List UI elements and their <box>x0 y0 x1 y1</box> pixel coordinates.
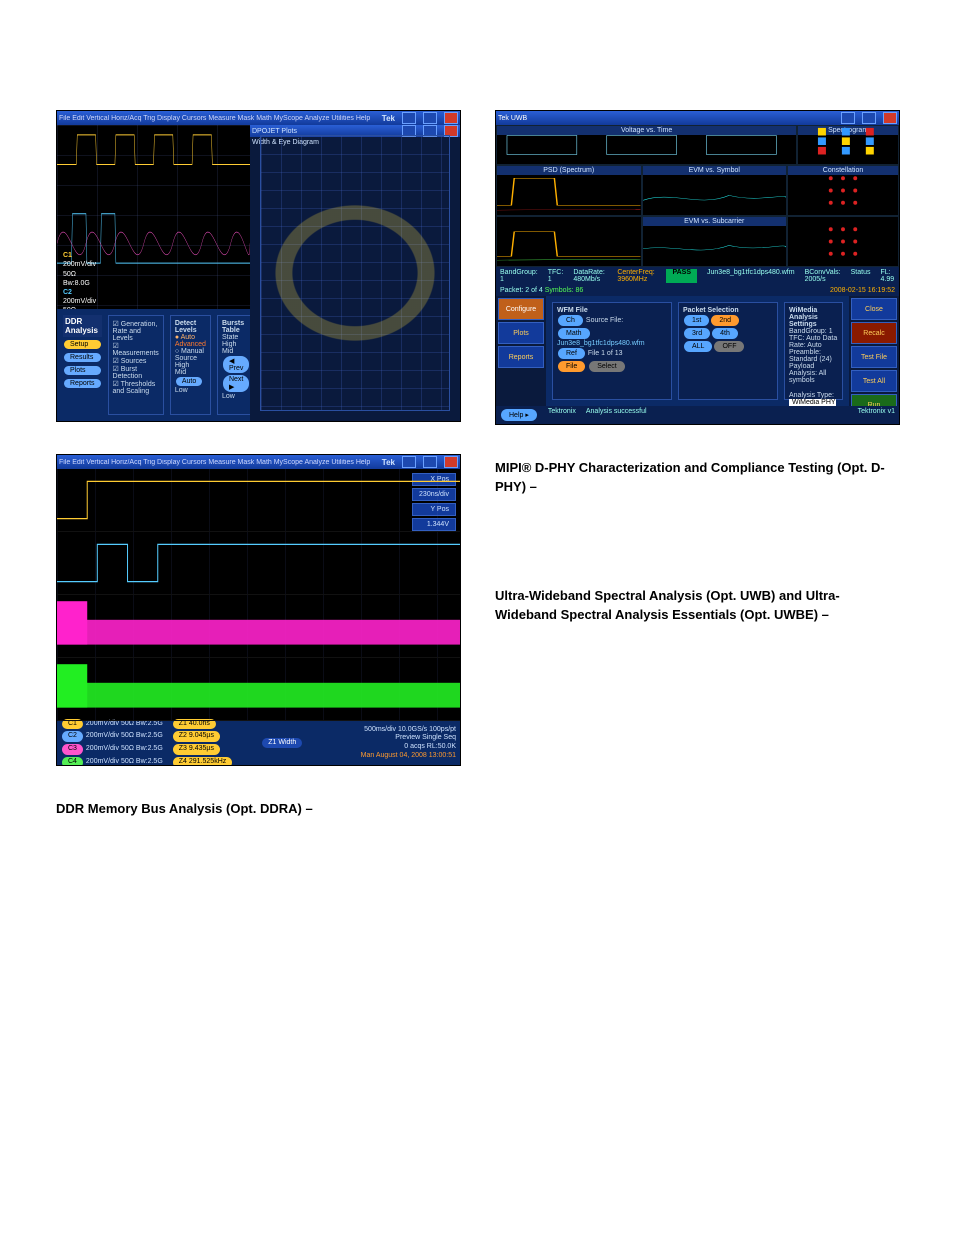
window-titlebar: File Edit Vertical Horiz/Acq Trig Displa… <box>57 455 460 469</box>
tab-plots[interactable]: Plots <box>498 322 544 344</box>
zoom-2[interactable]: Z2 9.045µs <box>173 731 220 742</box>
test-file-button[interactable]: Test File <box>851 346 897 368</box>
right-buttons: Close Recalc Test File Test All Run <box>849 296 899 406</box>
close-button[interactable] <box>883 112 897 124</box>
caption-ddr: DDR Memory Bus Analysis (Opt. DDRA) – <box>56 800 459 819</box>
acq-info: 500ms/div 10.0GS/s 100ps/pt Preview Sing… <box>361 726 456 761</box>
app-title: Tek UWB <box>498 115 527 122</box>
tab-plots[interactable]: Plots <box>64 366 101 375</box>
screenshot-uwb: Tek UWB Voltage vs. Time Spectrogram <box>495 110 900 425</box>
screenshot-multichannel: File Edit Vertical Horiz/Acq Trig Displa… <box>56 454 461 766</box>
next-button[interactable]: Next ▶ <box>223 375 249 392</box>
recalc-button[interactable]: Recalc <box>851 322 897 344</box>
caption-mipi: MIPI® D-PHY Characterization and Complia… <box>495 459 898 497</box>
brand-label: Tek <box>382 458 395 467</box>
minimize-button[interactable] <box>402 456 416 468</box>
app-footer: Help ▸ Tektronix Analysis successful Tek… <box>496 406 899 424</box>
plot-spectrogram: Spectrogram <box>797 125 899 165</box>
zoom-4[interactable]: Z4 291.525kHz <box>173 757 232 766</box>
zoom-3[interactable]: Z3 9.435µs <box>173 744 220 755</box>
tab-reports[interactable]: Reports <box>64 379 101 388</box>
channel-legend: C1 200mV/div 50Ω Bw:2.5G C2 200mV/div 50… <box>61 718 163 767</box>
pass-badge: PASS <box>666 269 697 283</box>
plot-evm-subcarrier: EVM vs. Subcarrier <box>642 216 788 267</box>
waveform-lane-4 <box>57 658 460 721</box>
setup-checks: ☑ Generation, Rate and Levels ☑ Measurem… <box>108 315 164 415</box>
maximize-button[interactable] <box>423 456 437 468</box>
select-button[interactable]: Select <box>589 361 624 372</box>
packet-selection-card: Packet Selection 1st2nd 3rd4th ALLOFF <box>678 302 778 400</box>
screenshot-ddr: File Edit Vertical Horiz/Acq Trig Displa… <box>56 110 461 422</box>
minimize-button[interactable] <box>841 112 855 124</box>
brand-label: Tek <box>382 114 395 123</box>
ddr-analysis-panel: DDR Analysis Setup Results Plots Reports… <box>57 309 250 421</box>
panel-title: DDR Analysis <box>63 315 102 337</box>
close-button[interactable] <box>444 112 458 124</box>
test-all-button[interactable]: Test All <box>851 370 897 392</box>
zoom-width-tag[interactable]: Z1 Width <box>262 738 302 749</box>
wfm-file-card: WFM File Ch Source File: Math Jun3e8_bg1… <box>552 302 672 400</box>
tab-results[interactable]: Results <box>64 353 101 362</box>
plot-psd: PSD (Spectrum) <box>496 165 642 216</box>
prev-button[interactable]: ◀ Prev <box>223 356 249 373</box>
acquisition-bar: C1 200mV/div 50Ω Bw:2.5G C2 200mV/div 50… <box>57 721 460 765</box>
maximize-button[interactable] <box>423 112 437 124</box>
plot-voltage-time: Voltage vs. Time <box>496 125 797 165</box>
caption-uwb: Ultra-Wideband Spectral Analysis (Opt. U… <box>495 587 898 625</box>
waveform-lane-1 <box>57 469 460 532</box>
menu-bar[interactable]: File Edit Vertical Horiz/Acq Trig Displa… <box>59 459 370 466</box>
plot-psd-2 <box>496 216 642 267</box>
tab-configure[interactable]: Configure <box>498 298 544 320</box>
window-titlebar: File Edit Vertical Horiz/Acq Trig Displa… <box>57 111 460 125</box>
analysis-settings-card: WiMedia Analysis Settings BandGroup: 1 T… <box>784 302 843 400</box>
plot-constellation: Constellation <box>787 165 899 216</box>
window-titlebar: Tek UWB <box>496 111 899 125</box>
plot-evm-symbol: EVM vs. Symbol <box>642 165 788 216</box>
eye-title: Width & Eye Diagram <box>250 137 460 148</box>
close-panel-button[interactable]: Close <box>851 298 897 320</box>
detect-levels: Detect Levels ● Auto Advanced ○ Manual S… <box>170 315 211 415</box>
minimize-button[interactable] <box>402 112 416 124</box>
status-bar-2: Packet: 2 of 4 Symbols: 86 2008-02-15 16… <box>496 285 899 296</box>
status-bar: BandGroup: 1TFC: 1DataRate: 480Mb/sCente… <box>496 267 899 285</box>
uwb-control-panel: Configure Plots Reports WFM File Ch Sour… <box>496 296 899 406</box>
waveform-lane-2 <box>57 532 460 595</box>
zoom-buttons: Z1 40.0ns Z2 9.045µs Z3 9.435µs Z4 291.5… <box>173 718 232 767</box>
eye-diagram-panel: DPOJET Plots Width & Eye Diagram <box>250 125 460 421</box>
plot-constellation-2 <box>787 216 899 267</box>
waveform-lane-3 <box>57 595 460 658</box>
left-tabs: Configure Plots Reports <box>496 296 546 406</box>
menu-bar[interactable]: File Edit Vertical Horiz/Acq Trig Displa… <box>59 115 370 122</box>
tab-setup[interactable]: Setup <box>64 340 101 349</box>
help-button[interactable]: Help ▸ <box>501 409 537 421</box>
maximize-button[interactable] <box>862 112 876 124</box>
close-button[interactable] <box>444 456 458 468</box>
tab-reports[interactable]: Reports <box>498 346 544 368</box>
